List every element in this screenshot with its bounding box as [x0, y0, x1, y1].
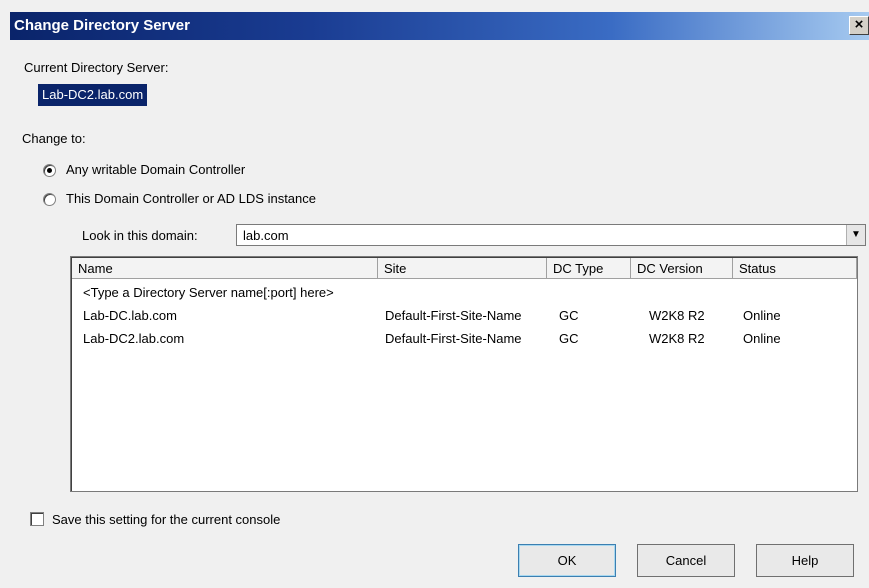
title-bar[interactable]: Change Directory Server × — [10, 12, 869, 40]
option-this-dc-label[interactable]: This Domain Controller or AD LDS instanc… — [66, 191, 316, 206]
change-directory-server-dialog: Change Directory Server × Current Direct… — [0, 0, 869, 588]
column-header-dc-version[interactable]: DC Version — [631, 258, 733, 279]
help-button[interactable]: Help — [756, 544, 854, 577]
dialog-title: Change Directory Server — [14, 17, 190, 34]
column-header-status[interactable]: Status — [733, 258, 857, 279]
column-header-dc-type[interactable]: DC Type — [547, 258, 631, 279]
row-status: Online — [743, 331, 781, 346]
change-to-label: Change to: — [22, 131, 86, 146]
row-name: Lab-DC.lab.com — [83, 308, 177, 323]
close-icon[interactable]: × — [849, 16, 869, 35]
row-site: Default-First-Site-Name — [385, 331, 522, 346]
placeholder-row[interactable]: <Type a Directory Server name[:port] her… — [83, 285, 334, 300]
row-dc-type: GC — [559, 331, 579, 346]
domain-combobox-value: lab.com — [243, 228, 289, 243]
radio-this-dc-or-adlds[interactable] — [43, 193, 56, 206]
option-any-writable-dc-label[interactable]: Any writable Domain Controller — [66, 162, 245, 177]
radio-selected-dot — [47, 168, 52, 173]
current-server-value: Lab-DC2.lab.com — [38, 84, 148, 106]
directory-server-list[interactable]: Name Site DC Type DC Version Status <Typ… — [70, 256, 858, 492]
row-dc-version: W2K8 R2 — [649, 331, 705, 346]
save-setting-checkbox[interactable] — [30, 512, 44, 526]
domain-combobox[interactable]: lab.com ▼ — [236, 224, 866, 246]
column-header-name[interactable]: Name — [72, 258, 378, 279]
row-name: Lab-DC2.lab.com — [83, 331, 185, 346]
look-in-domain-label: Look in this domain: — [82, 228, 198, 243]
row-dc-type: GC — [559, 308, 579, 323]
radio-any-writable-dc[interactable] — [43, 164, 56, 177]
chevron-down-icon[interactable]: ▼ — [846, 225, 865, 245]
ok-button[interactable]: OK — [518, 544, 616, 577]
cancel-button[interactable]: Cancel — [637, 544, 735, 577]
row-dc-version: W2K8 R2 — [649, 308, 705, 323]
column-header-site[interactable]: Site — [378, 258, 547, 279]
current-server-label: Current Directory Server: — [24, 60, 169, 75]
row-status: Online — [743, 308, 781, 323]
row-site: Default-First-Site-Name — [385, 308, 522, 323]
save-setting-label[interactable]: Save this setting for the current consol… — [52, 512, 280, 527]
